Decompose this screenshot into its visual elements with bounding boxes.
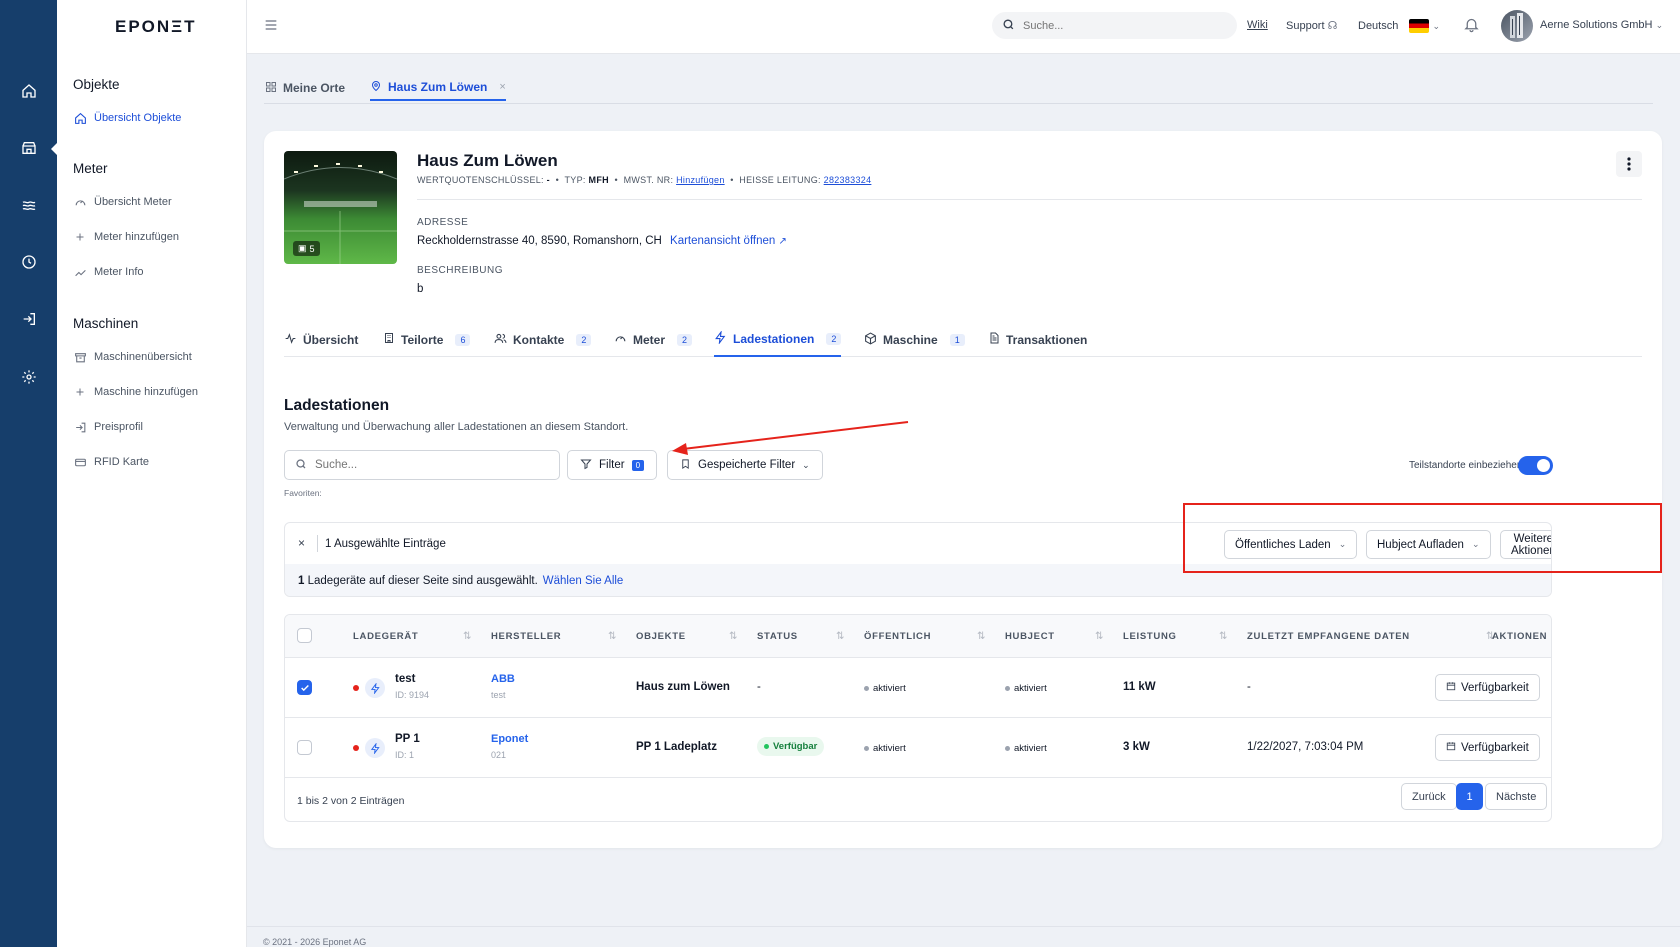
- annotation-overlay: [672, 421, 909, 455]
- copyright-text: © 2021 - 2026 Eponet AG: [263, 937, 367, 947]
- annotation-arrow-line: [682, 421, 909, 450]
- footer: © 2021 - 2026 Eponet AG: [247, 926, 1680, 947]
- annotation-arrow-head: [672, 443, 688, 455]
